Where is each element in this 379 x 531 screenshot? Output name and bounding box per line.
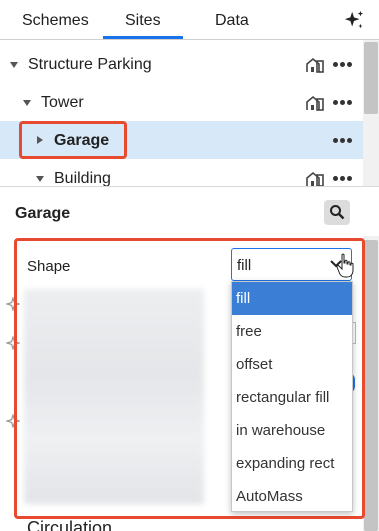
tree-row-tower[interactable]: Tower	[0, 83, 363, 121]
shape-select[interactable]: fill	[231, 248, 352, 281]
shape-dropdown: fill free offset rectangular fill in war…	[231, 281, 353, 512]
tree-row-label: Structure Parking	[28, 56, 152, 73]
more-icon[interactable]	[333, 138, 353, 144]
search-button[interactable]	[324, 200, 350, 225]
search-icon	[330, 205, 345, 220]
tree-row-label: Garage	[54, 132, 110, 149]
shape-select-value: fill	[237, 257, 252, 274]
shape-option-expanding-rect[interactable]: expanding rect	[232, 447, 352, 480]
tree-row-structure-parking[interactable]: Structure Parking	[0, 45, 363, 83]
tab-bar: Schemes Sites Data	[0, 0, 379, 40]
tree-row-label: Building	[54, 170, 111, 186]
tab-sites[interactable]: Sites	[125, 12, 161, 30]
panel-title: Garage	[15, 205, 71, 222]
chevron-down-icon	[330, 260, 342, 268]
shape-option-free[interactable]: free	[232, 315, 352, 348]
sparkle-icon[interactable]	[6, 414, 20, 428]
tree-row-label: Tower	[41, 94, 84, 111]
building-icon[interactable]	[306, 95, 324, 111]
blurred-properties	[24, 289, 204, 504]
caret-right-icon[interactable]	[35, 135, 45, 145]
more-icon[interactable]	[333, 62, 353, 68]
caret-down-icon[interactable]	[9, 60, 19, 70]
panel-scrollbar-thumb[interactable]	[364, 240, 378, 531]
sparkle-icon[interactable]	[6, 336, 20, 350]
building-icon[interactable]	[306, 171, 324, 186]
shape-option-in-warehouse[interactable]: in warehouse	[232, 414, 352, 447]
shape-option-fill[interactable]: fill	[232, 282, 352, 315]
shape-option-rectangular-fill[interactable]: rectangular fill	[232, 381, 352, 414]
caret-down-icon[interactable]	[35, 174, 45, 184]
tree-row-garage[interactable]: Garage	[0, 121, 363, 159]
shape-option-offset[interactable]: offset	[232, 348, 352, 381]
building-icon[interactable]	[306, 57, 324, 73]
tab-data[interactable]: Data	[215, 12, 249, 30]
more-icon[interactable]	[333, 100, 353, 106]
sparkle-icon[interactable]	[6, 297, 20, 311]
shape-label: Shape	[27, 258, 71, 275]
section-circulation: Circulation	[27, 518, 113, 531]
more-icon[interactable]	[333, 176, 353, 182]
active-tab-indicator	[103, 36, 183, 39]
shape-option-automass[interactable]: AutoMass	[232, 480, 352, 513]
sparkle-icon[interactable]	[343, 10, 365, 32]
tree-row-building[interactable]: Building	[0, 159, 363, 186]
site-tree: Structure Parking Tower Garage Building	[0, 40, 363, 186]
panel-divider	[0, 186, 379, 187]
caret-down-icon[interactable]	[22, 98, 32, 108]
tree-scrollbar-thumb[interactable]	[364, 42, 378, 114]
tab-schemes[interactable]: Schemes	[22, 12, 89, 30]
